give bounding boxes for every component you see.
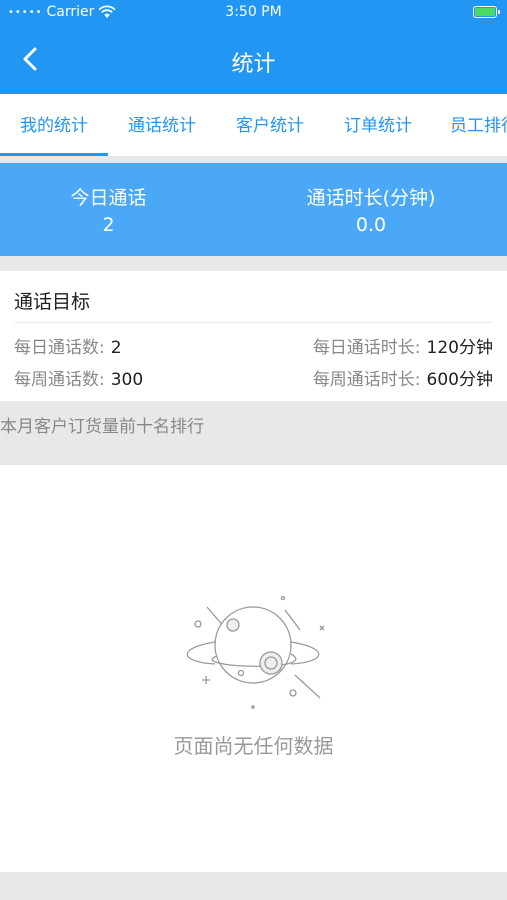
navigation-bar: 统计 <box>0 26 507 94</box>
call-duration-label: 通话时长(分钟) <box>306 187 436 209</box>
empty-state: 页面尚无任何数据 <box>0 465 507 872</box>
planet-icon <box>186 595 325 709</box>
page-title: 统计 <box>231 52 276 77</box>
tab-customer-stats[interactable]: 客户统计 <box>216 94 324 156</box>
tab-staff-ranking[interactable]: 员工排行 <box>432 94 507 156</box>
daily-duration-label: 每日通话时长: <box>312 338 421 358</box>
weekly-duration-row: 每周通话时长: 600分钟 <box>313 365 493 390</box>
today-calls-value: 2 <box>102 214 115 236</box>
tab-order-stats[interactable]: 订单统计 <box>324 94 432 156</box>
ranking-section-header: 本月客户订货量前十名排行 <box>0 401 507 465</box>
divider <box>14 322 493 323</box>
today-calls-stat: 今日通话 2 <box>0 183 217 236</box>
tab-call-stats[interactable]: 通话统计 <box>108 94 216 156</box>
daily-duration-row: 每日通话时长: 120分钟 <box>313 333 493 358</box>
weekly-duration-value: 600分钟 <box>426 370 493 390</box>
weekly-calls-value: 300 <box>110 370 144 390</box>
call-duration-stat: 通话时长(分钟) 0.0 <box>250 183 492 236</box>
status-bar: ••••• Carrier 3:50 PM <box>0 0 507 26</box>
clock: 3:50 PM <box>225 4 282 20</box>
today-stats-panel: 今日通话 2 通话时长(分钟) 0.0 <box>0 163 507 256</box>
daily-calls-value: 2 <box>110 338 122 358</box>
tab-bar: 我的统计 通话统计 客户统计 订单统计 员工排行 <box>0 94 507 156</box>
empty-state-message: 页面尚无任何数据 <box>173 734 334 758</box>
battery-icon <box>473 6 500 18</box>
today-calls-label: 今日通话 <box>70 187 147 209</box>
daily-calls-label: 每日通话数: <box>14 338 105 358</box>
tab-my-stats[interactable]: 我的统计 <box>0 94 108 156</box>
weekly-calls-row: 每周通话数: 300 <box>14 365 143 390</box>
call-goal-title: 通话目标 <box>14 291 91 313</box>
call-goal-card: 通话目标 每日通话数: 2 每日通话时长: 120分钟 每周通话数: 300 每周通话… <box>0 271 507 401</box>
weekly-calls-label: 每周通话数: <box>14 370 105 390</box>
weekly-duration-label: 每周通话时长: <box>312 370 421 390</box>
call-duration-value: 0.0 <box>355 214 387 236</box>
daily-calls-row: 每日通话数: 2 <box>14 333 122 358</box>
daily-duration-value: 120分钟 <box>426 338 493 358</box>
